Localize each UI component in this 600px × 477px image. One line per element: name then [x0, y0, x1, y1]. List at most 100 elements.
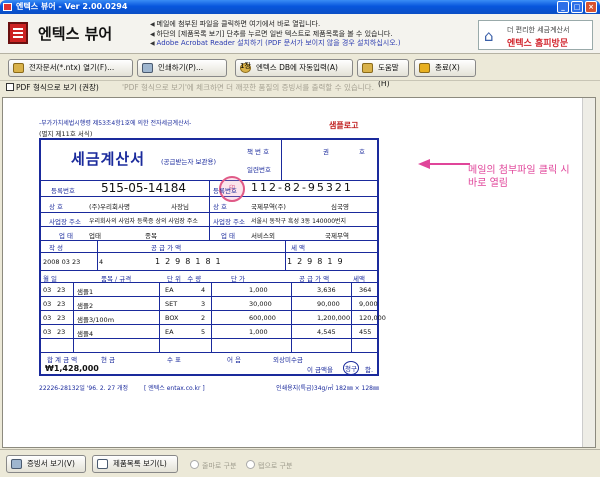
- homepage-tagline: 더 편리한 세금계산서: [507, 26, 570, 34]
- db-import-button[interactable]: 엔텍스 DB에 자동입력(A): [235, 59, 353, 77]
- item-supply: 90,000: [317, 300, 340, 308]
- check-label: 수 표: [167, 356, 182, 364]
- item-tax: 455: [359, 328, 372, 336]
- open-file-label: 전자문서(*.ntx) 열기(F)...: [29, 63, 115, 72]
- exit-button[interactable]: 종료(X): [414, 59, 476, 77]
- page-count: 1장: [240, 62, 251, 70]
- exit-label: 종료(X): [435, 63, 460, 72]
- pdf-checkbox[interactable]: [6, 83, 14, 91]
- receipt-text: 이 금액을: [307, 366, 333, 374]
- supplier-item: 종목: [145, 232, 157, 240]
- note-label: 어 음: [227, 356, 242, 364]
- item-day: 23: [57, 314, 66, 322]
- form-number: (별지 제11호 서식): [39, 130, 93, 138]
- item-price: 30,000: [249, 300, 272, 308]
- tax-invoice: -부가가치세법시행령 제53조4항1호에 의한 전자세금계산서- (별지 제11…: [39, 118, 386, 392]
- homepage-banner[interactable]: ⌂ 더 편리한 세금계산서 엔텍스 홈피방문: [478, 20, 593, 50]
- buyer-item: 국제무역: [325, 232, 349, 240]
- folder-icon: [13, 63, 24, 73]
- tax-amount: 129819: [287, 257, 348, 266]
- help-button[interactable]: 도움말(H): [357, 59, 409, 88]
- item-tax: 120,000: [359, 314, 386, 322]
- item-name: 샘플2: [77, 302, 94, 310]
- list-icon: [97, 459, 108, 469]
- print-label: 인쇄하기(P)...: [158, 63, 204, 72]
- vertical-scrollbar[interactable]: [582, 98, 595, 447]
- receipt-stamp: 청구: [343, 361, 359, 375]
- item-price: 1,000: [249, 286, 268, 294]
- radio-line-sep[interactable]: 줄마로 구분: [190, 460, 236, 471]
- issue-date: 2008 03 23: [43, 258, 81, 266]
- header: 엔텍스 뷰어 메일에 첨부된 파일을 클릭하면 여기에서 바로 열립니다. 하단…: [0, 14, 600, 54]
- callout-line-2: 바로 열림: [468, 178, 508, 189]
- pdf-hint: 'PDF 형식으로 보기'에 체크하면 더 깨끗한 품질의 증빙서를 출력할 수…: [122, 83, 374, 92]
- item-price: 600,000: [249, 314, 276, 322]
- item-price: 1,000: [249, 328, 268, 336]
- item-unit: EA: [165, 328, 174, 336]
- item-name: 샘플4: [77, 330, 94, 338]
- item-month: 03: [43, 300, 52, 308]
- toolbar: 전자문서(*.ntx) 열기(F)... 인쇄하기(P)... 엔텍스 DB에 …: [0, 55, 600, 88]
- item-supply: 3,636: [317, 286, 336, 294]
- minimize-button[interactable]: _: [557, 1, 569, 13]
- footer-mid: [ 엔텍스 entax.co.kr ]: [144, 385, 205, 392]
- notice-list: 메일에 첨부된 파일을 클릭하면 여기에서 바로 열립니다. 하단의 [제품목록…: [150, 20, 401, 49]
- invoice-title: 세금계산서: [71, 150, 146, 168]
- voucher-view-button[interactable]: 증빙서 보기(V): [6, 455, 86, 473]
- callout: 메일의 첨부파일 클릭 시 바로 열림: [468, 164, 570, 190]
- item-day: 23: [57, 328, 66, 336]
- open-file-button[interactable]: 전자문서(*.ntx) 열기(F)...: [8, 59, 133, 77]
- receipt-end: 함.: [365, 366, 374, 374]
- invoice-grid: 세금계산서 (공급받는자 보관용) 책 번 호 권 호 일련번호 등록번호 51…: [39, 138, 386, 376]
- item-supply: 1,200,000: [317, 314, 351, 322]
- buyer-reg-no: 112-82-95321: [251, 181, 353, 194]
- credit-label: 외상미수금: [273, 356, 303, 364]
- item-qty: 2: [201, 314, 206, 322]
- app-title: 엔텍스 뷰어: [38, 25, 113, 43]
- supplier-address: 우리회사의 사업자 등록증 상의 사업장 주소: [89, 218, 198, 225]
- item-qty: 4: [201, 286, 206, 294]
- house-icon: ⌂: [484, 27, 494, 45]
- close-button[interactable]: ×: [585, 1, 597, 13]
- total-label: 합 계 금 액: [47, 356, 78, 364]
- ledger-icon: [8, 22, 28, 44]
- homepage-link: 엔텍스 홈피방문: [507, 39, 569, 49]
- bottom-bar: 증빙서 보기(V) 제품목록 보기(L) 줄마로 구분 탭으로 구분: [0, 449, 600, 477]
- sample-logo: 샘플로고: [329, 121, 359, 130]
- help-icon: [362, 63, 373, 73]
- product-list-label: 제품목록 보기(L): [113, 459, 167, 468]
- kwon-label: 권: [323, 148, 329, 156]
- cash-label: 현 금: [101, 356, 116, 364]
- item-day: 23: [57, 286, 66, 294]
- invoice-subtitle: (공급받는자 보관용): [161, 158, 216, 166]
- footer-right: 인쇄용지(특급)34g/㎡ 182㎜ × 128㎜: [276, 385, 379, 392]
- item-day: 23: [57, 300, 66, 308]
- supplier-ceo: 사장님: [171, 203, 189, 211]
- item-supply: 4,545: [317, 328, 336, 336]
- supply-amount: 1298181: [155, 257, 226, 266]
- notice-2: 하단의 [제품목록 보기] 단추를 누르면 일반 텍스트로 제품목록을 볼 수 …: [150, 30, 401, 40]
- item-tax: 364: [359, 286, 372, 294]
- buyer-ceo: 심국영: [331, 203, 349, 211]
- total-amount: ₩1,428,000: [45, 364, 99, 373]
- notice-1: 메일에 첨부된 파일을 클릭하면 여기에서 바로 열립니다.: [150, 20, 401, 30]
- printer-icon: [142, 63, 153, 73]
- exit-icon: [419, 63, 430, 73]
- acrobat-link[interactable]: Adobe Acrobat Reader 설치하기 (PDF 문서가 보이지 않…: [150, 39, 401, 49]
- item-unit: BOX: [165, 314, 179, 322]
- product-list-button[interactable]: 제품목록 보기(L): [92, 455, 178, 473]
- callout-line-1: 메일의 첨부파일 클릭 시: [468, 165, 570, 176]
- book-no-label: 책 번 호: [247, 148, 270, 156]
- print-button[interactable]: 인쇄하기(P)...: [137, 59, 227, 77]
- pdf-checkbox-label[interactable]: PDF 형식으로 보기 (권장): [16, 82, 99, 93]
- supplier-reg-no: 515-05-14184: [101, 181, 187, 195]
- item-month: 03: [43, 328, 52, 336]
- item-month: 03: [43, 314, 52, 322]
- document-viewer[interactable]: -부가가치세법시행령 제53조4항1호에 의한 전자세금계산서- (별지 제11…: [2, 97, 596, 448]
- blank-count: 4: [99, 258, 104, 266]
- pointer-arrow-icon: [418, 159, 470, 169]
- radio-tab-sep[interactable]: 탭으로 구분: [246, 460, 292, 471]
- buyer-type: 서비스외: [251, 232, 275, 240]
- invoice-footer: 22226-28132일 '96. 2. 27 개정 [ 엔텍스 entax.c…: [39, 383, 379, 392]
- maximize-button[interactable]: □: [571, 1, 583, 13]
